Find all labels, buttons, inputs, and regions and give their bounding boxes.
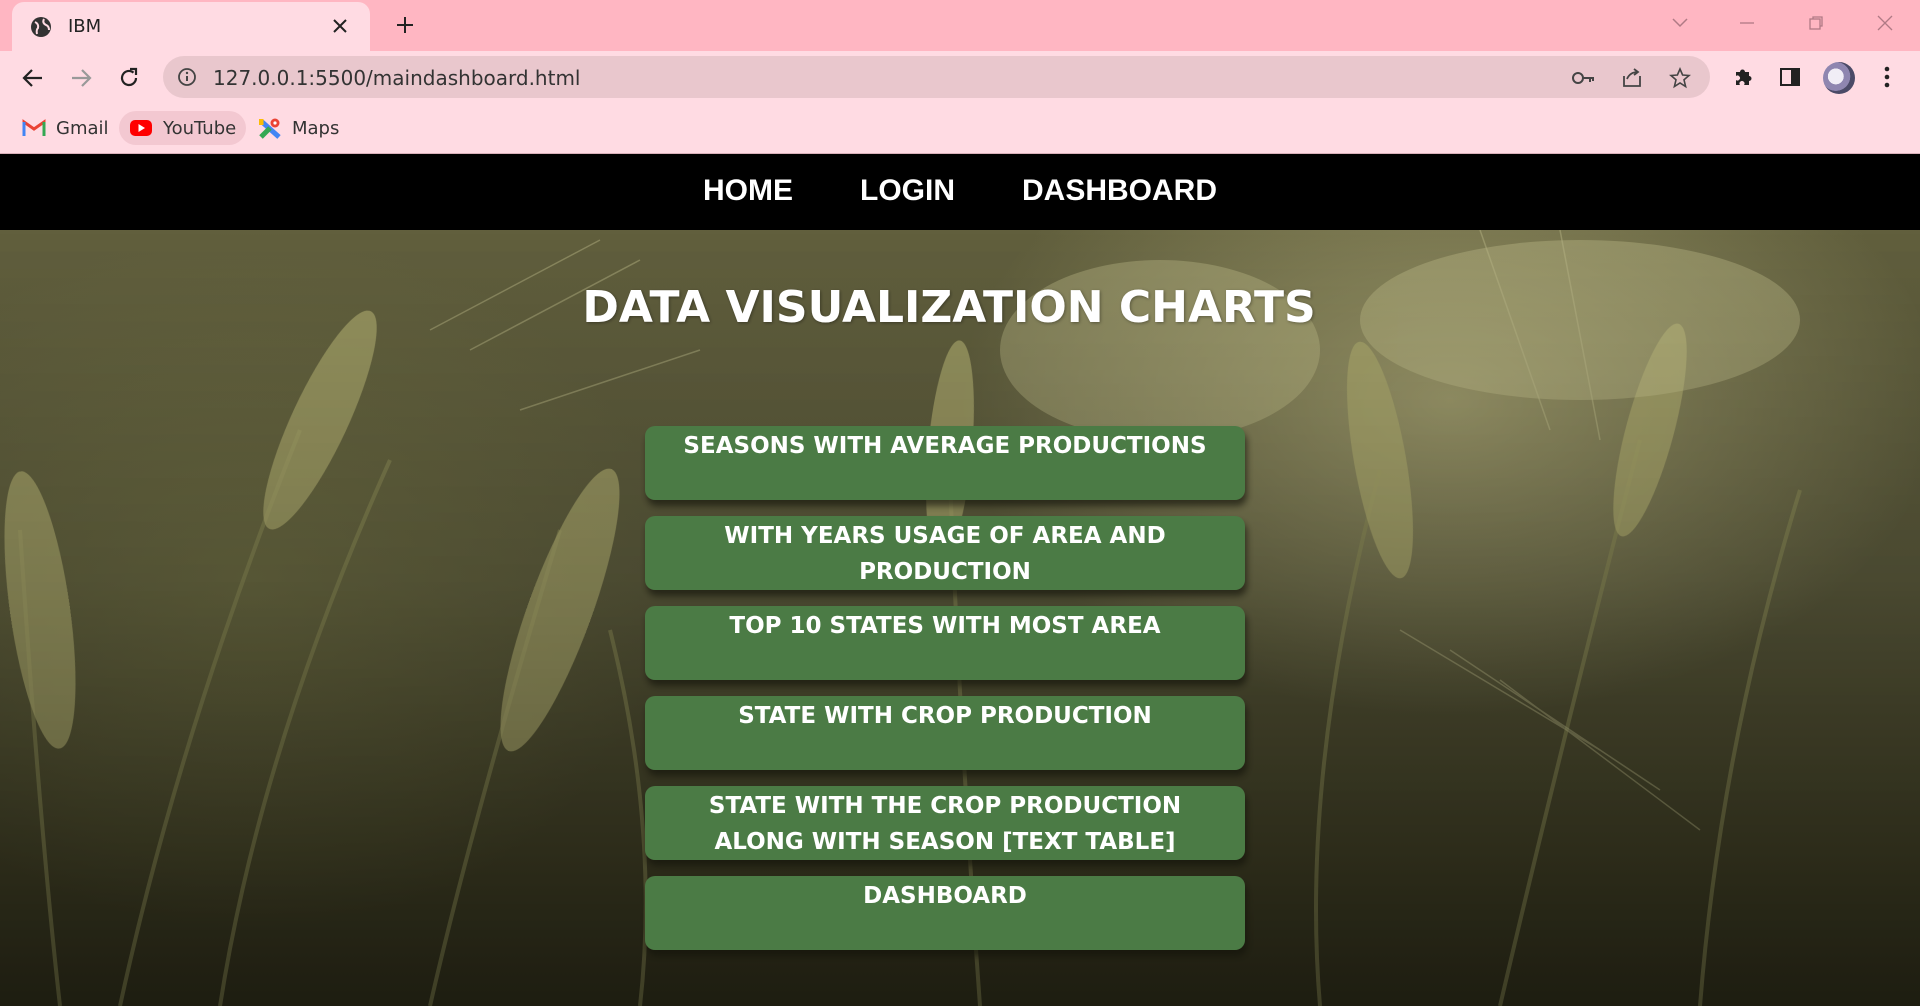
- profile-avatar[interactable]: [1823, 62, 1855, 94]
- chart-button-state-crop-production[interactable]: STATE WITH CROP PRODUCTION: [645, 696, 1245, 770]
- page-title: DATA VISUALIZATION CHARTS: [582, 282, 1316, 333]
- address-bar[interactable]: 127.0.0.1:5500/maindashboard.html: [163, 56, 1710, 98]
- bookmark-label: YouTube: [163, 117, 237, 139]
- extensions-puzzle-icon[interactable]: [1727, 61, 1759, 93]
- new-tab-button[interactable]: [390, 10, 420, 40]
- close-window-icon[interactable]: [1865, 8, 1905, 38]
- forward-arrow-icon[interactable]: [64, 61, 98, 95]
- nav-home-link[interactable]: HOME: [703, 174, 793, 208]
- chart-button-label: SEASONS WITH AVERAGE PRODUCTIONS: [683, 433, 1207, 459]
- bookmark-youtube[interactable]: YouTube: [119, 111, 247, 145]
- bookmark-star-icon[interactable]: [1667, 65, 1693, 91]
- chart-button-state-crop-season-table[interactable]: STATE WITH THE CROP PRODUCTION ALONG WIT…: [645, 786, 1245, 860]
- chart-button-label: TOP 10 STATES WITH MOST AREA: [729, 613, 1161, 639]
- chart-button-label: STATE WITH THE CROP PRODUCTION ALONG WIT…: [708, 793, 1182, 855]
- chart-button-label: WITH YEARS USAGE OF AREA AND PRODUCTION: [724, 523, 1166, 585]
- bookmarks-bar: Gmail YouTube Maps: [0, 104, 1920, 154]
- back-arrow-icon[interactable]: [16, 61, 50, 95]
- web-page: HOME LOGIN DASHBOARD DATA VISUALIZATION …: [0, 154, 1920, 1006]
- tab-title: IBM: [68, 16, 102, 37]
- tab-search-icon[interactable]: [1660, 8, 1700, 38]
- share-icon[interactable]: [1619, 65, 1645, 91]
- gmail-icon: [22, 116, 46, 140]
- restore-icon[interactable]: [1796, 8, 1836, 38]
- site-navbar: HOME LOGIN DASHBOARD: [0, 154, 1920, 230]
- youtube-icon: [129, 116, 153, 140]
- bookmark-maps[interactable]: Maps: [248, 111, 349, 145]
- maps-icon: [258, 116, 282, 140]
- chart-button-seasons[interactable]: SEASONS WITH AVERAGE PRODUCTIONS: [645, 426, 1245, 500]
- menu-kebab-icon[interactable]: [1871, 61, 1903, 93]
- nav-dashboard-link[interactable]: DASHBOARD: [1022, 174, 1217, 208]
- browser-toolbar: 127.0.0.1:5500/maindashboard.html: [0, 51, 1920, 104]
- url-text[interactable]: 127.0.0.1:5500/maindashboard.html: [213, 66, 580, 90]
- close-tab-icon[interactable]: [326, 12, 354, 40]
- bookmark-label: Gmail: [56, 117, 109, 139]
- browser-tab[interactable]: IBM: [12, 2, 370, 51]
- site-info-icon[interactable]: [177, 67, 197, 87]
- browser-titlebar: IBM: [0, 0, 1920, 51]
- key-icon[interactable]: [1571, 65, 1597, 91]
- wheat-background: DATA VISUALIZATION CHARTS SEASONS WITH A…: [0, 230, 1920, 1006]
- nav-login-link[interactable]: LOGIN: [860, 174, 955, 208]
- side-panel-icon[interactable]: [1774, 61, 1806, 93]
- chart-button-label: STATE WITH CROP PRODUCTION: [738, 703, 1152, 729]
- minimize-icon[interactable]: [1727, 8, 1767, 38]
- bookmark-gmail[interactable]: Gmail: [12, 111, 119, 145]
- reload-icon[interactable]: [112, 61, 146, 95]
- globe-icon: [30, 16, 52, 38]
- chart-button-label: DASHBOARD: [863, 883, 1027, 909]
- chart-button-years-usage[interactable]: WITH YEARS USAGE OF AREA AND PRODUCTION: [645, 516, 1245, 590]
- chart-button-dashboard[interactable]: DASHBOARD: [645, 876, 1245, 950]
- chart-button-top-10-states[interactable]: TOP 10 STATES WITH MOST AREA: [645, 606, 1245, 680]
- bookmark-label: Maps: [292, 117, 340, 139]
